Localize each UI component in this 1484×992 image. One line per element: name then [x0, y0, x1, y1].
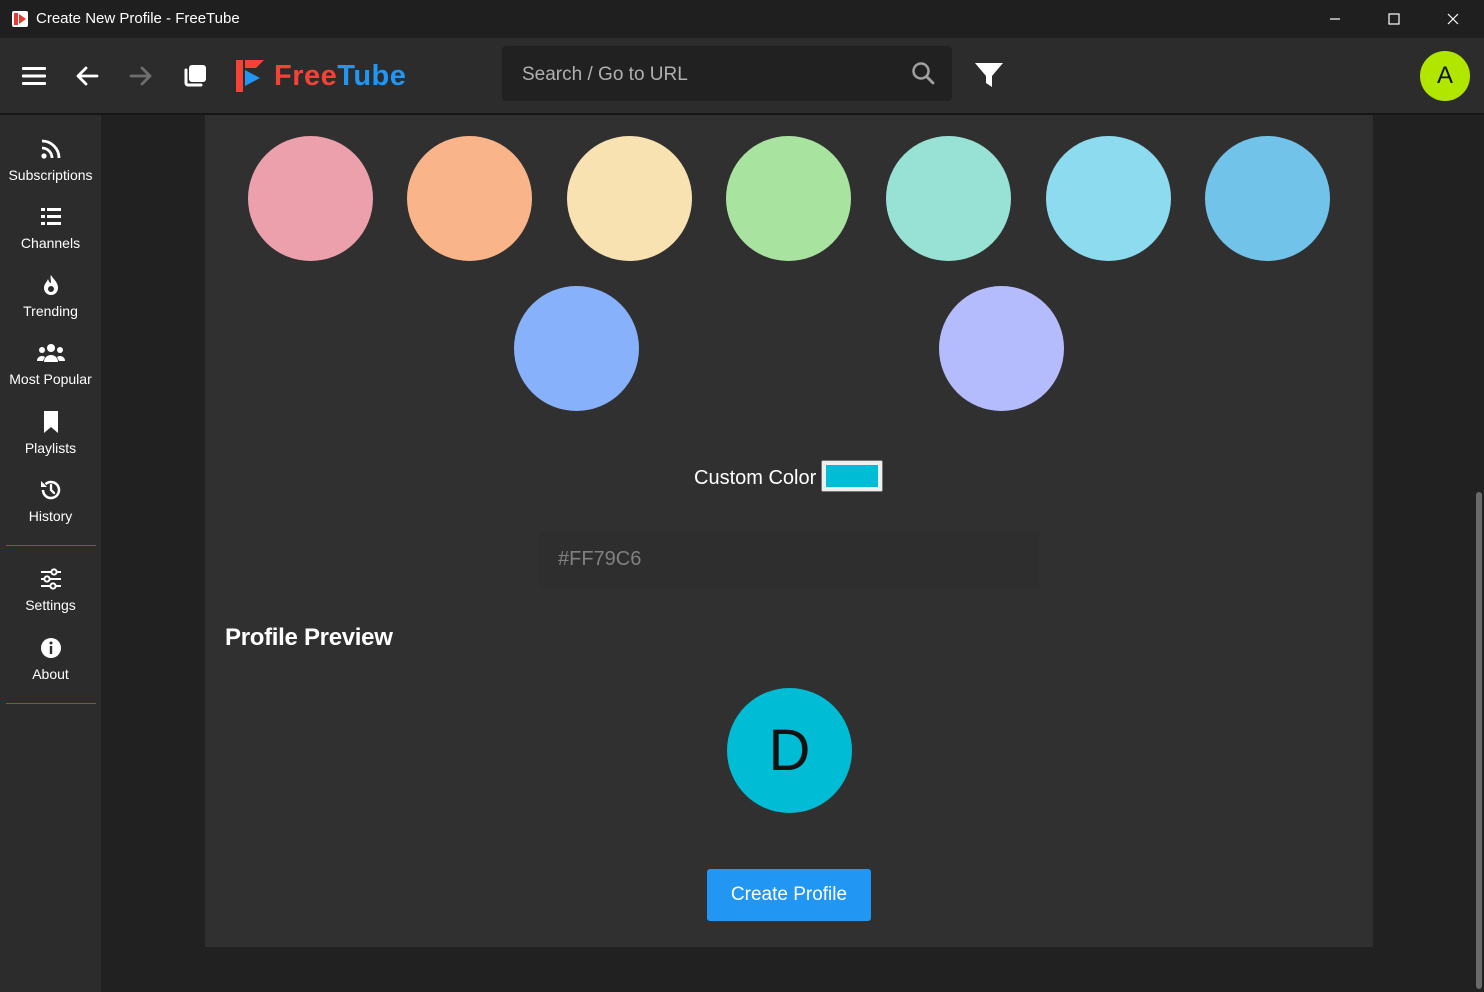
color-swatch[interactable] — [407, 136, 532, 261]
close-icon — [1447, 13, 1459, 25]
menu-button[interactable] — [14, 56, 54, 96]
hamburger-icon — [22, 67, 46, 85]
back-button[interactable] — [67, 56, 107, 96]
info-icon — [40, 638, 61, 658]
profile-avatar-letter: A — [1436, 62, 1453, 89]
top-nav: FreeTube A — [0, 38, 1484, 115]
windows-icon — [184, 65, 206, 87]
sidebar-item-trending[interactable]: Trending — [0, 273, 101, 335]
color-swatch[interactable] — [514, 286, 639, 411]
logo-text-free: Free — [274, 59, 338, 92]
arrow-left-icon — [76, 66, 99, 86]
sliders-icon — [40, 568, 61, 590]
color-swatch[interactable] — [567, 136, 692, 261]
freetube-logo-icon — [236, 60, 264, 92]
sidebar-item-label: Trending — [23, 303, 78, 319]
sidebar-item-about[interactable]: About — [0, 636, 101, 698]
window-title: Create New Profile - FreeTube — [36, 10, 240, 27]
freetube-logo[interactable]: FreeTube — [234, 59, 406, 93]
maximize-icon — [1388, 13, 1400, 25]
hex-color-input[interactable] — [539, 532, 1039, 587]
minimize-button[interactable] — [1306, 0, 1364, 38]
arrow-right-icon — [129, 66, 152, 86]
list-icon — [40, 208, 61, 225]
new-window-button[interactable] — [175, 56, 215, 96]
search-box — [502, 46, 952, 103]
sidebar-item-label: Settings — [25, 597, 76, 613]
forward-button[interactable] — [121, 56, 161, 96]
sidebar-item-playlists[interactable]: Playlists — [0, 410, 101, 472]
color-swatch[interactable] — [248, 136, 373, 261]
rss-icon — [40, 139, 60, 159]
bookmark-icon — [43, 411, 58, 433]
color-swatch[interactable] — [1046, 136, 1171, 261]
users-icon — [36, 344, 65, 362]
search-icon[interactable] — [910, 60, 938, 88]
color-swatch[interactable] — [1205, 136, 1330, 261]
maximize-button[interactable] — [1365, 0, 1423, 38]
sidebar-item-history[interactable]: History — [0, 478, 101, 540]
sidebar-item-label: Channels — [20, 235, 81, 251]
sidebar-divider — [6, 703, 96, 704]
sidebar-item-subscriptions[interactable]: Subscriptions — [0, 137, 101, 199]
minimize-icon — [1330, 18, 1340, 20]
freetube-app-icon — [12, 11, 28, 27]
profile-preview-heading: Profile Preview — [225, 624, 393, 651]
sidebar: Subscriptions Channels Trending Most Pop… — [0, 115, 101, 992]
search-input[interactable] — [502, 46, 914, 103]
sidebar-item-settings[interactable]: Settings — [0, 567, 101, 629]
profile-preview-avatar: D — [727, 688, 852, 813]
custom-color-row: Custom Color — [694, 460, 884, 494]
custom-color-chip — [826, 465, 879, 487]
history-icon — [40, 480, 60, 500]
sidebar-item-label: Subscriptions — [8, 167, 93, 183]
color-swatch[interactable] — [726, 136, 851, 261]
fire-icon — [43, 275, 58, 295]
sidebar-item-label: History — [28, 508, 73, 524]
custom-color-picker[interactable] — [821, 460, 884, 492]
profile-avatar-button[interactable]: A — [1420, 51, 1470, 101]
color-swatch[interactable] — [939, 286, 1064, 411]
color-swatch[interactable] — [886, 136, 1011, 261]
window-titlebar: Create New Profile - FreeTube — [0, 0, 1484, 38]
create-profile-button[interactable]: Create Profile — [707, 869, 871, 921]
sidebar-item-label: Most Popular — [9, 371, 92, 387]
sidebar-item-label: About — [32, 666, 69, 682]
logo-text-tube: Tube — [337, 59, 407, 92]
sidebar-item-most-popular[interactable]: Most Popular — [0, 341, 101, 403]
sidebar-divider — [6, 545, 96, 546]
sidebar-item-channels[interactable]: Channels — [0, 205, 101, 267]
profile-preview-letter: D — [768, 718, 811, 783]
custom-color-label: Custom Color — [694, 466, 817, 489]
close-button[interactable] — [1424, 0, 1482, 38]
sidebar-item-label: Playlists — [24, 440, 77, 456]
filter-icon[interactable] — [972, 60, 1006, 90]
scrollbar-thumb[interactable] — [1476, 492, 1482, 989]
